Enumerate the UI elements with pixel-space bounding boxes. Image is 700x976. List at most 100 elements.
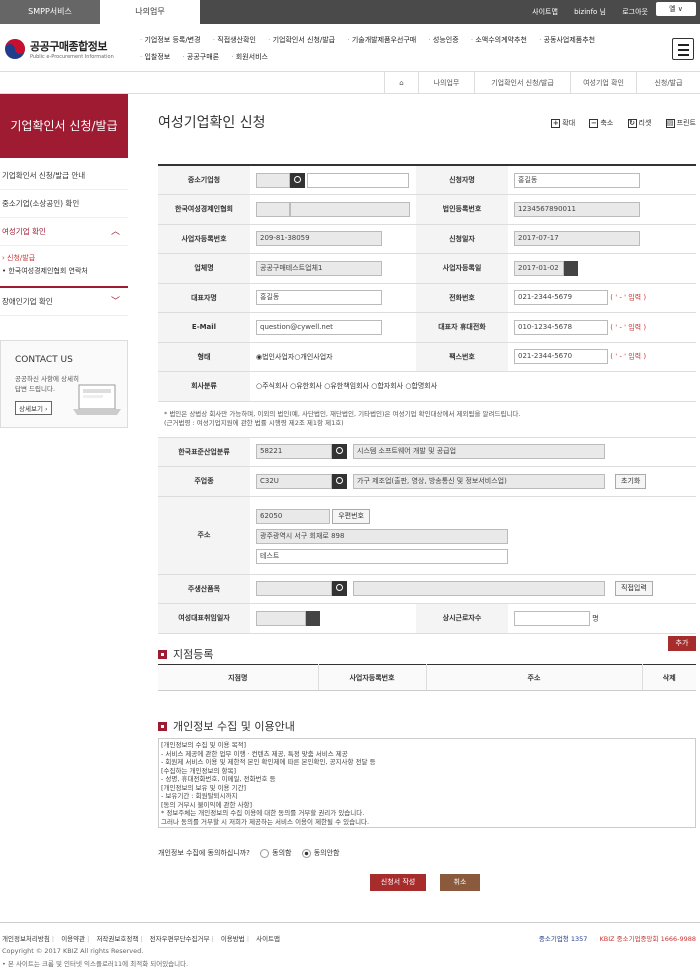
privacy-line: * 정보주체는 개인정보의 수집 이용에 대한 동의를 거부할 권리가 있습니다… <box>161 809 365 817</box>
company-input: 공공구매테스트업체1 <box>256 260 382 276</box>
product-code-input <box>256 581 332 597</box>
gnb-item[interactable]: 회원서비스 <box>231 53 268 61</box>
ceo-input[interactable]: 홍길동 <box>256 290 382 306</box>
gnb-item[interactable]: 소액수의계약추천 <box>471 36 527 44</box>
copyright: Copyright © 2017 KBIZ All rights Reserve… <box>2 947 144 955</box>
search-icon[interactable] <box>332 473 347 489</box>
privacy-title: 개인정보 수집 및 이용안내 <box>173 720 295 733</box>
breadcrumb-item[interactable]: 나의업무 <box>418 72 474 94</box>
label-fax: 팩스번호 <box>416 342 508 372</box>
sme-name-input[interactable] <box>307 172 409 188</box>
radio-label: 유한책임회사 <box>330 382 369 391</box>
gnb-item[interactable]: 입찰정보 <box>140 53 170 61</box>
global-nav: 기업정보 등록/변경 직접생산확인 기업확인서 신청/발급 기술개발제품우선구매… <box>140 32 660 66</box>
submenu-item-apply[interactable]: › 신청/발급 <box>2 252 128 265</box>
submit-application-button[interactable]: 신청서 작성 <box>370 874 426 891</box>
app-date-input: 2017-07-17 <box>514 231 640 247</box>
gnb-item[interactable]: 기업확인서 신청/발급 <box>268 36 335 44</box>
privacy-textarea[interactable]: [개인정보의 수집 및 이용 목적] - 서비스 제공에 관한 업무 이행 · … <box>158 738 696 828</box>
cancel-button[interactable]: 취소 <box>440 874 480 891</box>
biz-no-input: 209-81-38059 <box>256 231 382 247</box>
logo-title[interactable]: 공공구매종합정보 <box>30 38 107 54</box>
sitemap-link[interactable]: 사이트맵 <box>532 8 558 16</box>
section-bullet-icon <box>158 722 167 731</box>
footer-link[interactable]: 이용약관 <box>61 935 89 943</box>
zoom-in-button[interactable]: + 확대 <box>551 118 575 128</box>
mobile-input[interactable]: 010-1234-5678 <box>514 319 608 335</box>
language-select[interactable]: 옐 ∨ <box>656 2 696 16</box>
calendar-icon[interactable] <box>564 260 578 276</box>
label-tel: 전화번호 <box>416 283 508 313</box>
top-bar: SMPP서비스 나의업무 사이트맵 bizinfo 님 로그아웃 옐 ∨ <box>0 0 700 24</box>
sme-code-input <box>256 172 290 188</box>
address2-input[interactable]: 테스트 <box>256 548 508 564</box>
tab-my-work[interactable]: 나의업무 <box>100 0 200 24</box>
gnb-item[interactable]: 기업정보 등록/변경 <box>140 36 201 44</box>
laptop-icon <box>73 384 121 415</box>
label-staff: 상시근로자수 <box>416 603 508 634</box>
search-icon[interactable] <box>290 172 305 188</box>
disagree-radio[interactable] <box>301 848 311 858</box>
radio-label: 주식회사 <box>262 382 288 391</box>
applicant-input[interactable]: 홍길동 <box>514 172 640 188</box>
menu-icon[interactable] <box>672 38 694 60</box>
agree-radio[interactable] <box>260 848 270 858</box>
label-main-industry: 주업종 <box>158 466 250 497</box>
print-button[interactable]: ▤ 프린트 <box>665 118 696 128</box>
sidebar-item-women[interactable]: 여성기업 확인 ︿ <box>0 218 128 246</box>
reset-industry-button[interactable]: 초기화 <box>615 473 647 489</box>
zoom-out-button[interactable]: − 축소 <box>589 118 613 128</box>
gnb-item[interactable]: 공동사업제품추천 <box>539 36 595 44</box>
tel-input[interactable]: 021-2344-5679 <box>514 290 608 306</box>
header: 공공구매종합정보 Public e-Procurement Informatio… <box>0 24 700 72</box>
label-applicant: 신청자명 <box>416 165 508 195</box>
footer-link[interactable]: 전자우편무단수집거부 <box>150 935 214 943</box>
label-company: 업체명 <box>158 253 250 284</box>
input-hint: ( ' - ' 입력 ) <box>610 293 647 302</box>
sidebar-item-disabled[interactable]: 장애인기업 확인 ﹀ <box>0 288 128 316</box>
email-input[interactable]: question@cywell.net <box>256 319 382 335</box>
radio-label: 합명회사 <box>411 382 438 391</box>
kbiz-logo[interactable]: KBIZ 중소기업중앙회 1666-9988 <box>599 935 696 943</box>
contact-detail-button[interactable]: 상세보기 › <box>15 401 52 415</box>
sidebar-item-label: 장애인기업 확인 <box>2 297 53 306</box>
tab-smpp[interactable]: SMPP서비스 <box>0 0 100 24</box>
breadcrumb-item[interactable]: 여성기업 확인 <box>570 72 636 94</box>
agency-logo[interactable]: 중소기업청 1357 <box>539 935 588 943</box>
reset-button[interactable]: ↻ 리셋 <box>627 118 651 128</box>
notice-text: * 법인은 상법상 회사만 가능하며, 이외의 법인(예, 사단법인, 재단법인… <box>164 410 521 418</box>
branch-section-title: 지점등록 <box>158 646 213 662</box>
sidebar-item[interactable]: 중소기업(소상공인) 확인 <box>0 190 128 218</box>
label-biz-no: 사업자등록번호 <box>158 224 250 254</box>
search-icon[interactable] <box>332 581 347 597</box>
gnb-item[interactable]: 성능인증 <box>428 36 458 44</box>
logout-link[interactable]: 로그아웃 <box>622 8 648 16</box>
breadcrumb-item[interactable]: 기업확인서 신청/발급 <box>474 72 570 94</box>
home-icon[interactable]: ⌂ <box>384 72 418 94</box>
zipcode-button[interactable]: 우편번호 <box>332 508 370 524</box>
breadcrumb-item[interactable]: 신청/발급 <box>636 72 700 94</box>
direct-input-button[interactable]: 직접입력 <box>615 581 653 597</box>
footer-link[interactable]: 개인정보처리방침 <box>2 935 54 943</box>
search-icon[interactable] <box>332 444 347 460</box>
page-title: 여성기업확인 신청 <box>158 115 266 131</box>
submenu-item-contact[interactable]: • 한국여성경제인협회 연락처 <box>2 265 128 278</box>
fax-input[interactable]: 021-2344-5670 <box>514 349 608 365</box>
label-ksic: 한국표준산업분류 <box>158 437 250 467</box>
staff-input[interactable] <box>514 610 590 626</box>
label-type: 회사분류 <box>158 371 250 402</box>
sidebar-item[interactable]: 기업확인서 신청/발급 안내 <box>0 162 128 190</box>
ksic-name-input: 시스템 소프트웨어 개발 및 공급업 <box>353 444 605 460</box>
add-branch-button[interactable]: 추가 <box>668 636 696 651</box>
gnb-item[interactable]: 직접생산확인 <box>213 36 256 44</box>
browser-notice: • 본 사이트는 크롬 및 인터넷 익스플로러11에 최적화 되어있습니다. <box>2 960 189 968</box>
footer-link[interactable]: 사이트맵 <box>256 935 280 943</box>
calendar-icon[interactable] <box>306 610 320 626</box>
label-biz-date: 사업자등록일 <box>416 253 508 284</box>
privacy-line: [수집하는 개인정보의 항목] <box>161 766 236 775</box>
footer-link[interactable]: 이용방법 <box>221 935 249 943</box>
gnb-item[interactable]: 기술개발제품우선구매 <box>347 36 416 44</box>
footer-link[interactable]: 저작권보호정책 <box>96 935 142 943</box>
gnb-item[interactable]: 공공구매론 <box>182 53 219 61</box>
privacy-line: [동의 거부시 불이익에 관한 사항] <box>161 800 253 809</box>
